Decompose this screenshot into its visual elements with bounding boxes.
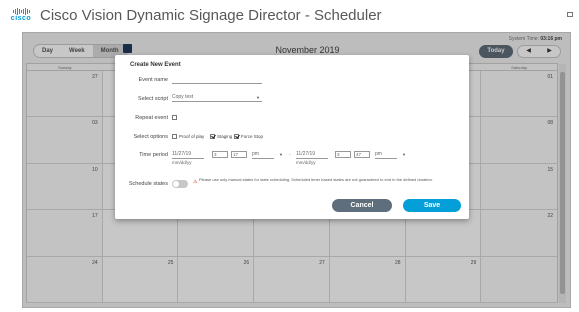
save-button[interactable]: Save — [403, 199, 461, 212]
start-hour-input[interactable]: 3 — [212, 151, 228, 158]
schedule-states-warning: Please use only manual states for state … — [199, 177, 433, 182]
schedule-states-label: Schedule states — [128, 181, 168, 187]
chevron-down-icon: ▼ — [256, 95, 260, 100]
window-restore-icon[interactable] — [567, 12, 573, 17]
proof-of-play-checkbox[interactable] — [172, 134, 177, 139]
schedule-states-toggle[interactable] — [172, 180, 188, 188]
script-select[interactable]: Copy test — [172, 94, 262, 102]
force-stop-label: Force Stop — [241, 134, 264, 139]
app-title: Cisco Vision Dynamic Signage Director - … — [40, 7, 382, 24]
start-minute-input[interactable]: 17 — [231, 151, 247, 158]
chevron-down-icon: ▼ — [402, 152, 406, 157]
warning-icon: ⚠ — [193, 179, 198, 185]
cancel-button[interactable]: Cancel — [332, 199, 392, 212]
event-name-label: Event name — [138, 77, 168, 83]
dialog-title: Create New Event — [130, 62, 181, 68]
proof-of-play-label: Proof of play — [179, 134, 205, 139]
chevron-down-icon: ▼ — [279, 152, 283, 157]
end-ampm-select[interactable]: pm — [375, 151, 397, 159]
repeat-event-checkbox[interactable] — [172, 115, 177, 120]
start-ampm-select[interactable]: pm — [252, 151, 274, 159]
start-date-input[interactable]: 11/27/19 — [172, 151, 204, 159]
end-date-hint: mm/dd/yy — [296, 160, 316, 165]
app-header: cisco Cisco Vision Dynamic Signage Direc… — [0, 0, 579, 30]
start-date-hint: mm/dd/yy — [172, 160, 192, 165]
range-separator: - — [289, 152, 291, 157]
staging-label: Staging — [217, 134, 233, 139]
force-stop-checkbox[interactable] — [234, 134, 239, 139]
create-event-dialog: Create New Event Event name Select scrip… — [115, 55, 469, 219]
select-script-label: Select script — [138, 96, 168, 102]
end-minute-input[interactable]: 47 — [354, 151, 370, 158]
staging-checkbox[interactable] — [210, 134, 215, 139]
repeat-event-label: Repeat event — [135, 115, 168, 121]
cisco-logo: cisco — [8, 7, 34, 25]
end-hour-input[interactable]: 3 — [335, 151, 351, 158]
select-options-label: Select options — [133, 134, 168, 140]
event-name-input[interactable] — [172, 76, 262, 84]
end-date-input[interactable]: 11/27/19 — [296, 151, 328, 159]
time-period-label: Time period — [139, 152, 168, 158]
